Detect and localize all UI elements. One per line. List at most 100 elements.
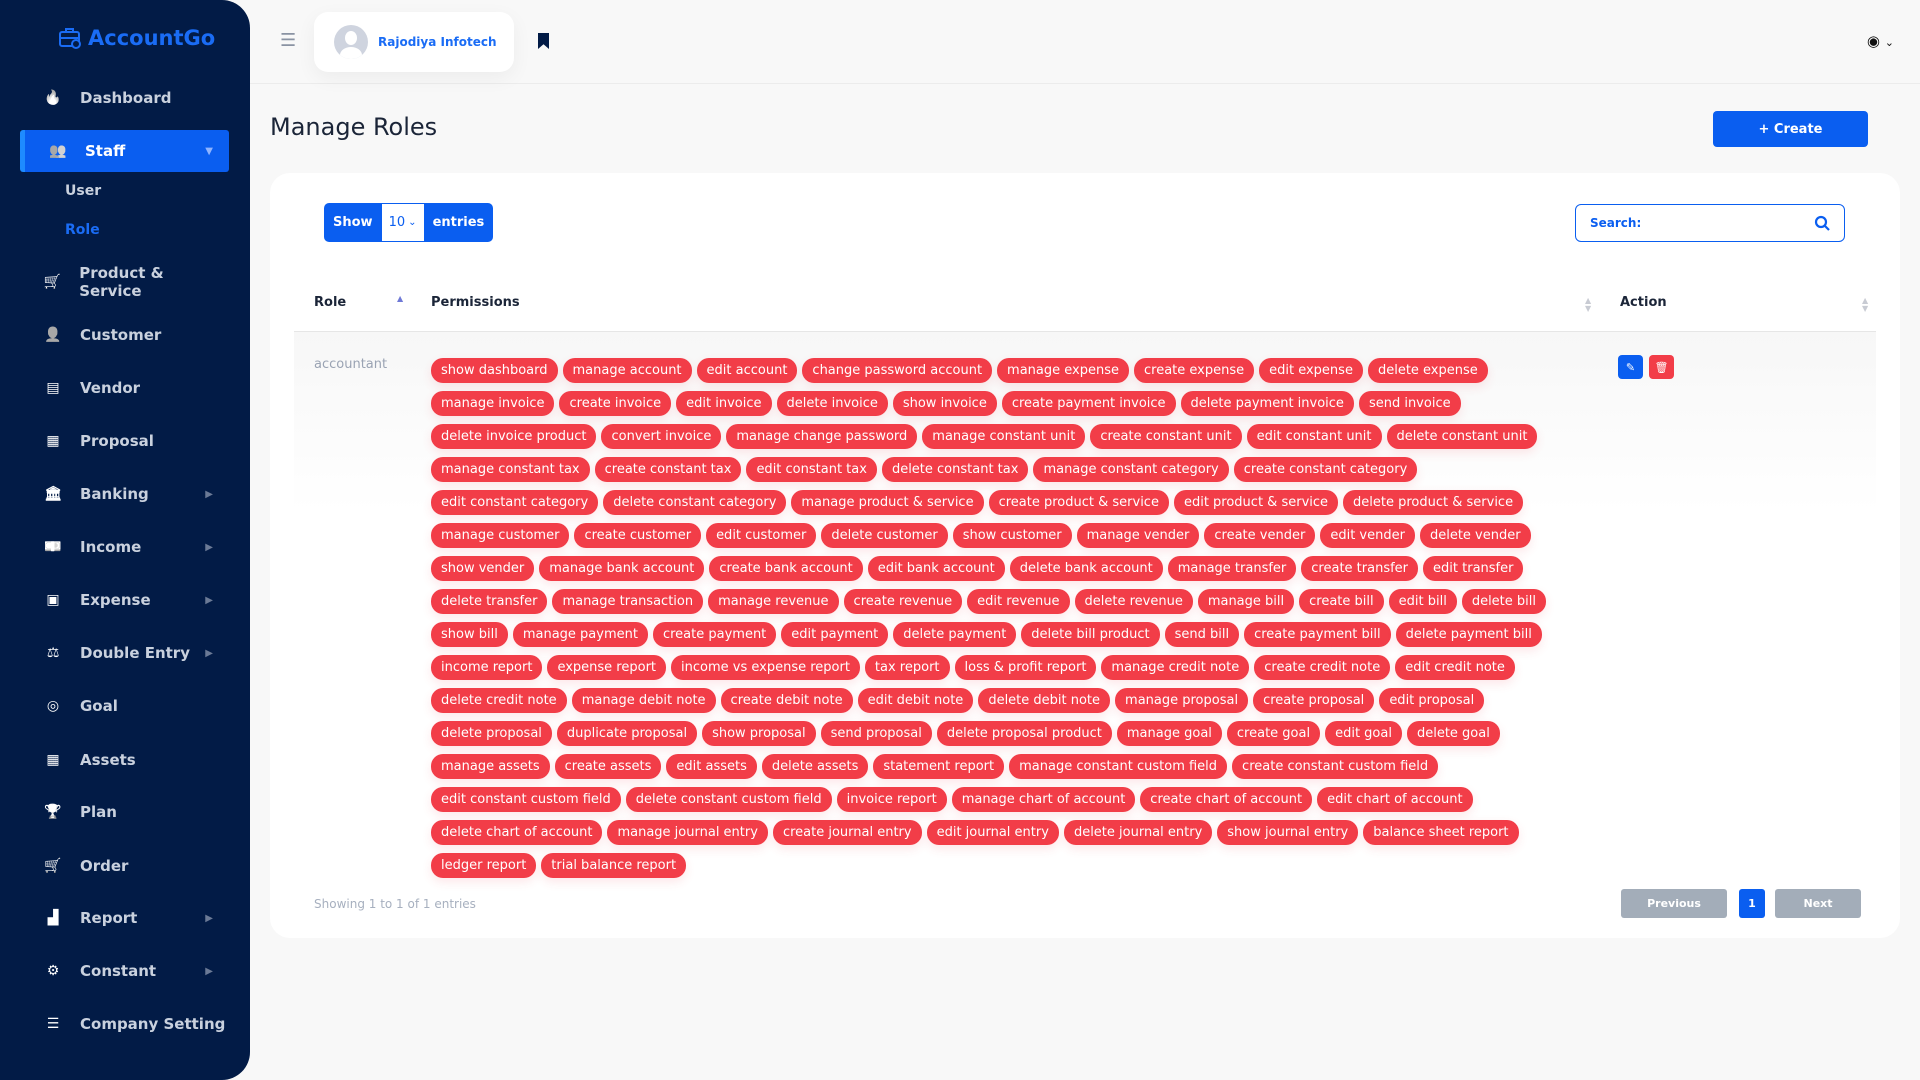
sidebar-item-expense[interactable]: ▣ Expense ▶ [20, 579, 229, 621]
permission-badge: edit payment [781, 622, 889, 647]
sidebar-item-income[interactable]: 💵 Income ▶ [20, 526, 229, 568]
sidebar-item-vendor[interactable]: ▤ Vendor [20, 367, 229, 409]
permission-badge: create constant category [1233, 457, 1418, 482]
sidebar-item-label: Banking [80, 485, 149, 503]
permission-badge: create chart of account [1140, 787, 1313, 812]
permission-badge: convert invoice [601, 424, 722, 449]
sort-asc-icon[interactable]: ▲ [397, 295, 403, 303]
permission-badge: manage proposal [1115, 688, 1249, 713]
sidebar-item-plan[interactable]: 🏆 Plan [20, 791, 229, 833]
hamburger-icon[interactable]: ☰ [280, 30, 296, 51]
search-icon[interactable] [1814, 215, 1830, 231]
chart-icon: ▟ [47, 910, 59, 926]
show-label: Show [333, 215, 373, 230]
sidebar-item-staff[interactable]: 👥 Staff ▼ [20, 130, 229, 172]
permission-badge: edit credit note [1395, 655, 1515, 680]
sidebar-item-customer[interactable]: 👤 Customer [20, 314, 229, 356]
permission-badge: manage expense [997, 358, 1129, 383]
permission-badge: create proposal [1253, 688, 1375, 713]
user-menu[interactable]: Rajodiya Infotech [314, 12, 514, 72]
sidebar-item-label: Vendor [80, 379, 141, 397]
sidebar-item-product-service[interactable]: 🛒 Product & Service [20, 261, 229, 303]
gear-icon: ⚙ [46, 963, 60, 979]
topbar: ☰ Rajodiya Infotech ◉ ⌄ [250, 0, 1920, 84]
sidebar-subitem-role[interactable]: Role [65, 222, 100, 238]
permission-badge: show invoice [892, 391, 997, 416]
sidebar-item-label: Plan [80, 803, 117, 821]
permission-badge: tax report [864, 655, 950, 680]
permission-badge: edit bank account [867, 556, 1005, 581]
permission-badge: delete invoice product [431, 424, 597, 449]
next-button[interactable]: Next [1775, 889, 1861, 918]
column-header-permissions[interactable]: Permissions [431, 295, 520, 310]
permission-badge: manage vender [1076, 523, 1200, 548]
permission-badge: show journal entry [1217, 820, 1359, 845]
sidebar-item-assets[interactable]: ▦ Assets [20, 739, 229, 781]
sidebar-item-label: Report [80, 909, 138, 927]
sidebar-item-order[interactable]: 🛒 Order [20, 845, 229, 887]
sidebar-item-label: Dashboard [80, 89, 172, 107]
page-size-select[interactable]: 10 ⌄ [381, 204, 424, 241]
sidebar-item-banking[interactable]: 🏛 Banking ▶ [20, 473, 229, 515]
permission-badge: manage constant tax [431, 457, 590, 482]
sidebar-item-goal[interactable]: ◎ Goal [20, 685, 229, 727]
permission-badge: create journal entry [772, 820, 922, 845]
permission-badge: manage debit note [571, 688, 716, 713]
sidebar-item-constant[interactable]: ⚙ Constant ▶ [20, 950, 229, 992]
permission-badge: edit invoice [676, 391, 772, 416]
sidebar-item-proposal[interactable]: ▦ Proposal [20, 420, 229, 462]
fire-icon: 🔥 [44, 90, 62, 106]
permission-badge: delete customer [821, 523, 948, 548]
permission-badge: delete constant custom field [625, 787, 832, 812]
sidebar-item-company-setting[interactable]: ☰ Company Setting [20, 1003, 229, 1045]
permission-badge: delete payment bill [1395, 622, 1542, 647]
sidebar-subitem-user[interactable]: User [65, 183, 101, 199]
permission-list: show dashboard manage account edit account… [431, 358, 1571, 878]
sidebar-item-label: Income [80, 538, 142, 556]
sidebar-item-double-entry[interactable]: ⚖ Double Entry ▶ [20, 632, 229, 674]
permission-badge: create customer [574, 523, 702, 548]
sidebar-item-label: Customer [80, 326, 162, 344]
sort-icon[interactable]: ▲ ▼ [1585, 297, 1591, 313]
permission-badge: manage bank account [539, 556, 705, 581]
sort-icon[interactable]: ▲ ▼ [1862, 297, 1868, 313]
permission-badge: edit product & service [1173, 490, 1339, 515]
edit-button[interactable]: ✎ [1618, 355, 1643, 379]
permission-badge: edit account [696, 358, 798, 383]
sidebar-item-report[interactable]: ▟ Report ▶ [20, 897, 229, 939]
bookmark-icon[interactable] [538, 33, 549, 49]
permission-badge: manage bill [1197, 589, 1295, 614]
chevron-down-icon: ▼ [205, 145, 213, 157]
permission-badge: manage constant unit [922, 424, 1086, 449]
sidebar-item-dashboard[interactable]: 🔥 Dashboard [20, 77, 229, 119]
permission-badge: create invoice [559, 391, 672, 416]
column-header-action[interactable]: Action [1620, 295, 1667, 310]
permission-badge: edit journal entry [926, 820, 1059, 845]
chevron-right-icon: ▶ [205, 541, 213, 553]
permission-badge: delete expense [1367, 358, 1488, 383]
permission-badge: create assets [554, 754, 662, 779]
permission-badge: delete payment invoice [1180, 391, 1354, 416]
permission-badge: delete proposal product [936, 721, 1112, 746]
chevron-right-icon: ▶ [205, 488, 213, 500]
delete-button[interactable]: 🗑 [1649, 355, 1674, 379]
sidebar-item-label: Double Entry [80, 644, 190, 662]
create-button[interactable]: + Create [1713, 111, 1868, 147]
permission-badge: edit constant custom field [431, 787, 621, 812]
search-input[interactable]: Search: [1575, 204, 1845, 242]
balance-icon: ⚖ [46, 645, 60, 661]
language-dropdown[interactable]: ◉ ⌄ [1867, 32, 1894, 50]
permission-badge: delete vender [1419, 523, 1531, 548]
permission-badge: edit vender [1320, 523, 1415, 548]
page-1-button[interactable]: 1 [1739, 889, 1765, 918]
permission-badge: invoice report [836, 787, 947, 812]
app-name: AccountGo [88, 26, 216, 50]
permission-badge: edit expense [1259, 358, 1363, 383]
column-header-role[interactable]: Role [314, 295, 346, 310]
wallet-icon: ▣ [46, 592, 60, 608]
permission-badge: edit customer [706, 523, 817, 548]
logo[interactable]: AccountGo [58, 26, 215, 50]
permission-badge: delete chart of account [431, 820, 603, 845]
money-icon: 💵 [44, 539, 62, 555]
previous-button[interactable]: Previous [1621, 889, 1727, 918]
